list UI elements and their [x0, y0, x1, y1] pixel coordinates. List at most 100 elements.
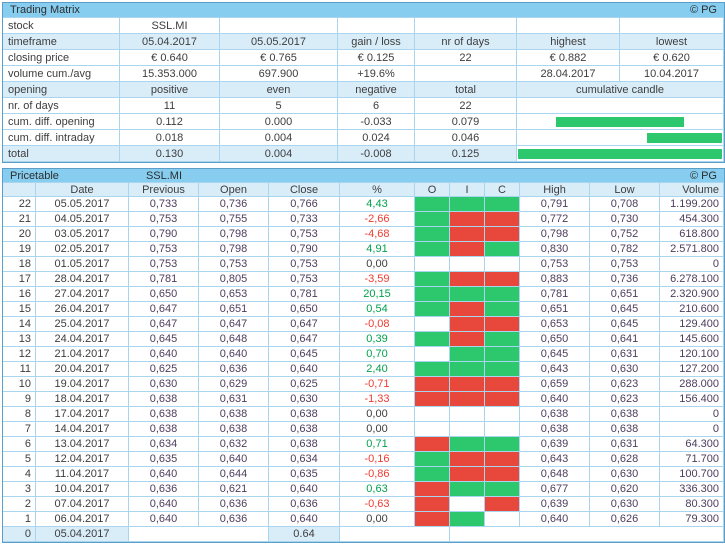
volume-cell: 100.700 — [660, 467, 724, 482]
o-signal-cell — [415, 467, 450, 482]
open-cell: 0,640 — [199, 452, 269, 467]
matrix-value-cell — [220, 18, 338, 34]
matrix-value-cell: 0.018 — [120, 130, 220, 146]
o-signal-cell — [415, 362, 450, 377]
row-number-cell: 14 — [3, 317, 36, 332]
low-cell: 0,752 — [590, 227, 660, 242]
row-number-cell: 15 — [3, 302, 36, 317]
high-cell: 0,645 — [520, 347, 590, 362]
previous-cell: 0,645 — [129, 332, 199, 347]
row-number-cell: 1 — [3, 512, 36, 527]
o-signal-cell — [415, 302, 450, 317]
pct-cell: 0,70 — [340, 347, 415, 362]
date-cell: 07.04.2017 — [36, 497, 129, 512]
c-signal-cell — [485, 317, 520, 332]
previous-cell: 0,640 — [129, 512, 199, 527]
c-signal-cell — [485, 437, 520, 452]
date-cell: 25.04.2017 — [36, 317, 129, 332]
low-cell: 0,630 — [590, 467, 660, 482]
o-signal-cell — [415, 317, 450, 332]
pct-cell: -0,71 — [340, 377, 415, 392]
i-signal-cell — [450, 467, 485, 482]
matrix-value-cell: € 0.125 — [338, 50, 415, 66]
volume-cell: 2.571.800 — [660, 242, 724, 257]
low-cell: 0,638 — [590, 422, 660, 437]
volume-cell: 618.800 — [660, 227, 724, 242]
matrix-value-cell: 22 — [415, 50, 517, 66]
low-cell: 0,645 — [590, 302, 660, 317]
high-cell: 0,639 — [520, 497, 590, 512]
open-cell: 0,798 — [199, 227, 269, 242]
open-cell: 0,629 — [199, 377, 269, 392]
previous-cell: 0,733 — [129, 197, 199, 212]
open-cell: 0,653 — [199, 287, 269, 302]
matrix-value-cell: € 0.882 — [517, 50, 620, 66]
high-cell: 0,640 — [520, 512, 590, 527]
close-cell: 0,640 — [269, 512, 340, 527]
cumulative-candle-header: cumulative candle — [517, 82, 724, 98]
highest-header: highest — [517, 34, 620, 50]
empty-cell — [450, 527, 724, 542]
open-cell: 0,638 — [199, 422, 269, 437]
low-cell: 0,736 — [590, 272, 660, 287]
row-number-cell: 8 — [3, 407, 36, 422]
date-cell: 21.04.2017 — [36, 347, 129, 362]
row-number-cell: 4 — [3, 467, 36, 482]
open-cell: 0,636 — [199, 512, 269, 527]
matrix-row-label: total — [3, 146, 120, 162]
date-cell: 05.05.2017 — [36, 197, 129, 212]
matrix-value-cell: 0.125 — [415, 146, 517, 162]
previous-cell: 0,636 — [129, 482, 199, 497]
matrix-value-cell: -0.008 — [338, 146, 415, 162]
previous-cell: 0,647 — [129, 302, 199, 317]
row-number-cell: 16 — [3, 287, 36, 302]
o-signal-cell — [415, 257, 450, 272]
volume-cell: 0 — [660, 407, 724, 422]
matrix-value-cell: 0.130 — [120, 146, 220, 162]
o-signal-cell — [415, 227, 450, 242]
o-signal-cell — [415, 392, 450, 407]
previous-cell: 0,638 — [129, 392, 199, 407]
matrix-row-label: stock — [3, 18, 120, 34]
close-cell: 0,638 — [269, 422, 340, 437]
volume-cell: 145.600 — [660, 332, 724, 347]
date-cell: 11.04.2017 — [36, 467, 129, 482]
previous-cell: 0,640 — [129, 497, 199, 512]
o-signal-cell — [415, 212, 450, 227]
price-column-header: % — [340, 183, 415, 197]
high-cell: 0,883 — [520, 272, 590, 287]
c-signal-cell — [485, 272, 520, 287]
low-cell: 0,753 — [590, 257, 660, 272]
open-cell: 0,648 — [199, 332, 269, 347]
close-cell: 0,790 — [269, 242, 340, 257]
i-signal-cell — [450, 422, 485, 437]
close-cell: 0.64 — [269, 527, 340, 542]
row-number-cell: 21 — [3, 212, 36, 227]
date-cell: 12.04.2017 — [36, 452, 129, 467]
pct-cell: 0,00 — [340, 512, 415, 527]
open-cell: 0,636 — [199, 362, 269, 377]
trading-matrix-titlebar: Trading Matrix © PG — [3, 3, 724, 18]
date-cell: 10.04.2017 — [36, 482, 129, 497]
o-signal-cell — [415, 377, 450, 392]
pct-cell: 0,00 — [340, 257, 415, 272]
matrix-value-cell: 0.000 — [220, 114, 338, 130]
i-signal-cell — [450, 212, 485, 227]
previous-cell: 0,625 — [129, 362, 199, 377]
price-column-header: Low — [590, 183, 660, 197]
i-signal-cell — [450, 242, 485, 257]
volume-cell: 288.000 — [660, 377, 724, 392]
i-signal-cell — [450, 317, 485, 332]
matrix-value-cell: € 0.620 — [620, 50, 724, 66]
high-cell: 0,798 — [520, 227, 590, 242]
o-signal-cell — [415, 287, 450, 302]
volume-cell: 120.100 — [660, 347, 724, 362]
previous-cell: 0,753 — [129, 257, 199, 272]
pricetable-symbol: SSL.MI — [145, 169, 183, 182]
high-cell: 0,791 — [520, 197, 590, 212]
previous-cell: 0,630 — [129, 377, 199, 392]
low-cell: 0,638 — [590, 407, 660, 422]
volume-cell: 0 — [660, 257, 724, 272]
high-cell: 0,643 — [520, 362, 590, 377]
price-column-header: Date — [36, 183, 129, 197]
